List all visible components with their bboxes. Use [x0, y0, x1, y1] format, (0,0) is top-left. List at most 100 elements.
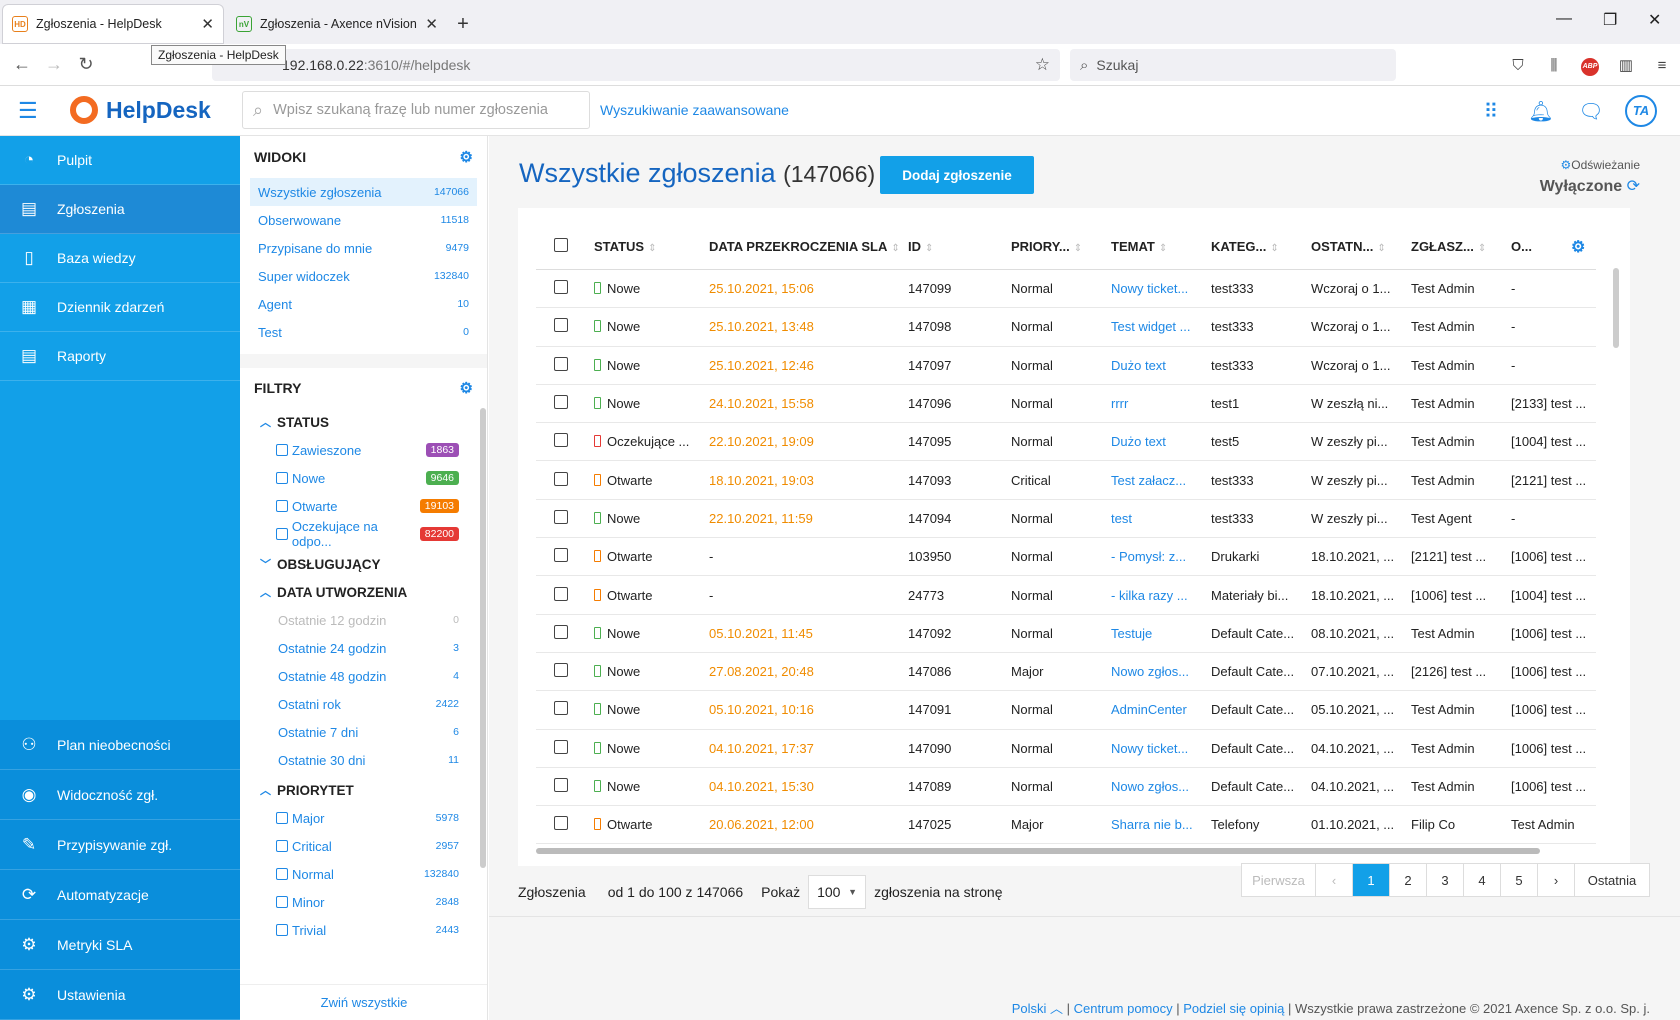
table-row[interactable]: Otwarte - 103950 Normal - Pomysł: z... Drukar… — [536, 538, 1596, 577]
row-checkbox[interactable] — [554, 509, 568, 524]
topic-text[interactable]: Test załacz... — [1111, 473, 1186, 488]
table-vertical-scrollbar[interactable] — [1613, 268, 1619, 348]
advanced-search-link[interactable]: Wyszukiwanie zaawansowane — [600, 102, 789, 118]
back-icon[interactable]: ← — [6, 54, 38, 75]
date-filter-item[interactable]: Ostatnie 30 dni 11 — [240, 746, 487, 774]
columns-settings-gear-icon[interactable]: ⚙ — [1571, 237, 1596, 257]
filter-section-status[interactable]: ︿ STATUS — [240, 408, 487, 436]
table-row[interactable]: Nowe 25.10.2021, 12:46 147097 Normal Dużo te… — [536, 347, 1596, 385]
checkbox[interactable] — [276, 444, 288, 456]
close-tab-icon[interactable]: ✕ — [201, 15, 214, 33]
page-button[interactable]: 1 — [1353, 864, 1390, 896]
page-button[interactable]: 4 — [1464, 864, 1501, 896]
row-checkbox[interactable] — [554, 816, 568, 831]
date-filter-item[interactable]: Ostatni rok 2422 — [240, 690, 487, 718]
checkbox[interactable] — [276, 528, 288, 540]
status-filter-item[interactable]: Nowe 9646 — [240, 464, 487, 492]
table-row[interactable]: Oczekujące ... 22.10.2021, 19:09 147095 Nor… — [536, 423, 1596, 462]
browser-tab-nvision[interactable]: nV Zgłoszenia - Axence nVision He ✕ — [226, 4, 448, 44]
date-filter-item[interactable]: Ostatnie 48 godzin 4 — [240, 662, 487, 690]
browser-tab-helpdesk[interactable]: HD Zgłoszenia - HelpDesk ✕ — [2, 4, 224, 44]
library-icon[interactable]: ⫼ — [1536, 57, 1572, 74]
row-checkbox[interactable] — [554, 548, 568, 563]
sidebar-toggle-icon[interactable]: ▥ — [1608, 56, 1644, 74]
pocket-icon[interactable]: ⛉ — [1500, 57, 1536, 74]
column-header-sla[interactable]: DATA PRZEKROCZENIA SLA ⇕ — [709, 239, 908, 254]
topic-text[interactable]: Dużo text — [1111, 358, 1166, 373]
row-checkbox[interactable] — [554, 318, 568, 333]
table-row[interactable]: Nowe 05.10.2021, 10:16 147091 Normal AdminCe… — [536, 691, 1596, 730]
filter-section-priority[interactable]: ︿ PRIORYTET — [240, 776, 487, 804]
table-row[interactable]: Nowe 24.10.2021, 15:58 147096 Normal rrrr tes… — [536, 385, 1596, 424]
column-header-topic[interactable]: TEMAT ⇕ — [1111, 239, 1211, 254]
row-checkbox[interactable] — [554, 778, 568, 792]
helpdesk-logo[interactable]: HelpDesk — [70, 96, 211, 124]
forward-icon[interactable]: → — [38, 54, 70, 75]
hamburger-menu-icon[interactable]: ☰ — [18, 100, 38, 122]
row-checkbox[interactable] — [554, 586, 568, 601]
row-checkbox[interactable] — [554, 471, 568, 486]
topic-text[interactable]: Test widget ... — [1111, 319, 1190, 334]
bookmark-star-icon[interactable]: ☆ — [1035, 55, 1050, 75]
sidebar-item-pulpit[interactable]: ◔ Pulpit — [0, 136, 240, 185]
checkbox[interactable] — [276, 840, 288, 852]
browser-search-input[interactable]: ⌕ Szukaj — [1070, 49, 1396, 81]
chat-icon[interactable]: 🗨︎ — [1566, 99, 1616, 124]
next-page-button[interactable]: › — [1538, 864, 1575, 896]
last-page-button[interactable]: Ostatnia — [1575, 864, 1649, 896]
row-checkbox[interactable] — [554, 280, 568, 295]
priority-filter-item[interactable]: Minor 2848 — [240, 888, 487, 916]
sidebar-item-raporty[interactable]: ▤ Raporty — [0, 332, 240, 381]
sidebar-item-zgloszenia[interactable]: ▤ Zgłoszenia — [0, 185, 240, 234]
add-ticket-button[interactable]: Dodaj zgłoszenie — [880, 156, 1034, 194]
checkbox[interactable] — [276, 896, 288, 908]
checkbox[interactable] — [276, 924, 288, 936]
table-row[interactable]: Nowe 25.10.2021, 13:48 147098 Normal Test wi… — [536, 308, 1596, 347]
topic-text[interactable]: test — [1111, 511, 1132, 526]
column-header-reporter[interactable]: ZGŁASZ... ⇕ — [1411, 239, 1511, 254]
row-checkbox[interactable] — [554, 395, 568, 410]
priority-filter-item[interactable]: Trivial 2443 — [240, 916, 487, 944]
row-checkbox[interactable] — [554, 356, 568, 371]
date-filter-item[interactable]: Ostatnie 12 godzin 0 — [240, 606, 487, 634]
view-item[interactable]: Wszystkie zgłoszenia 147066 — [250, 178, 477, 206]
table-row[interactable]: Nowe 04.10.2021, 15:30 147089 Normal Nowo zg… — [536, 768, 1596, 807]
sidebar-item-przypisywanie[interactable]: ✎ Przypisywanie zgł. — [0, 820, 240, 870]
adblock-icon[interactable]: ABP — [1572, 55, 1608, 76]
table-row[interactable]: Nowe 04.10.2021, 17:37 147090 Normal Nowy ti… — [536, 730, 1596, 768]
new-tab-icon[interactable]: + — [448, 4, 478, 44]
topic-text[interactable]: AdminCenter — [1111, 702, 1187, 717]
topic-text[interactable]: Nowy ticket... — [1111, 741, 1188, 756]
table-row[interactable]: Otwarte 18.10.2021, 19:03 147093 Critical Te… — [536, 461, 1596, 500]
column-header-priority[interactable]: PRIORY... ⇕ — [1011, 239, 1111, 254]
checkbox[interactable] — [276, 812, 288, 824]
topic-text[interactable]: Testuje — [1111, 626, 1152, 641]
column-header-last[interactable]: OSTATN... ⇕ — [1311, 239, 1411, 254]
row-checkbox[interactable] — [554, 433, 568, 448]
filters-settings-gear-icon[interactable]: ⚙ — [460, 379, 473, 397]
sidebar-item-dziennik[interactable]: ▦ Dziennik zdarzeń — [0, 283, 240, 332]
topic-text[interactable]: - Pomysł: z... — [1111, 549, 1186, 564]
row-checkbox[interactable] — [554, 739, 568, 754]
url-bar[interactable]: 192.168.0.22:3610/#/helpdesk ☆ — [212, 49, 1060, 81]
table-row[interactable]: Otwarte - 24773 Normal - kilka razy ... Mater… — [536, 576, 1596, 615]
ticket-search-input[interactable]: ⌕ Wpisz szukaną frazę lub numer zgłoszen… — [242, 91, 590, 129]
minimize-icon[interactable]: — — [1556, 10, 1572, 28]
filters-scrollbar[interactable] — [480, 408, 486, 868]
column-header-id[interactable]: ID ⇕ — [908, 239, 1011, 254]
sidebar-item-metryki-sla[interactable]: ⚙ Metryki SLA — [0, 920, 240, 970]
filter-section-date[interactable]: ︿ DATA UTWORZENIA — [240, 578, 487, 606]
column-header-o[interactable]: O... — [1511, 239, 1571, 254]
topic-text[interactable]: Nowo zgłos... — [1111, 664, 1189, 679]
priority-filter-item[interactable]: Major 5978 — [240, 804, 487, 832]
window-close-icon[interactable]: ✕ — [1648, 10, 1661, 30]
column-header-status[interactable]: STATUS ⇕ — [594, 239, 709, 254]
status-filter-item[interactable]: Oczekujące na odpo... 82200 — [240, 519, 487, 549]
page-button[interactable]: 2 — [1390, 864, 1427, 896]
checkbox[interactable] — [276, 500, 288, 512]
table-row[interactable]: Otwarte 20.06.2021, 12:00 147025 Major Sharr… — [536, 806, 1596, 845]
topic-text[interactable]: Dużo text — [1111, 434, 1166, 449]
table-row[interactable]: Nowe 05.10.2021, 11:45 147092 Normal Testuje… — [536, 615, 1596, 653]
sidebar-item-ustawienia[interactable]: ⚙ Ustawienia — [0, 970, 240, 1020]
help-center-link[interactable]: Centrum pomocy — [1074, 1001, 1173, 1016]
